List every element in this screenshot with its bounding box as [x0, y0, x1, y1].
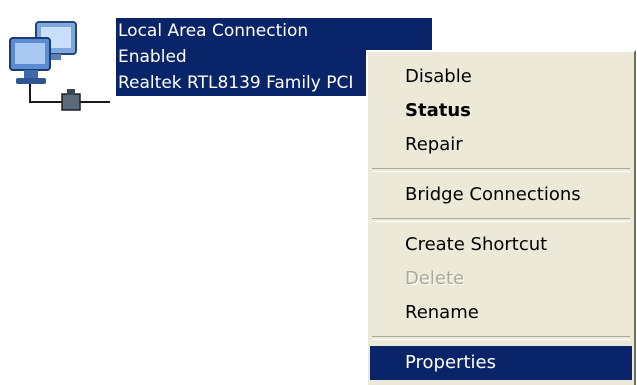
menu-item-bridge-connections[interactable]: Bridge Connections — [368, 178, 634, 212]
menu-separator — [372, 168, 630, 172]
menu-item-disable[interactable]: Disable — [368, 60, 634, 94]
menu-item-create-shortcut[interactable]: Create Shortcut — [368, 228, 634, 262]
menu-item-status[interactable]: Status — [368, 94, 634, 128]
menu-item-properties[interactable]: Properties — [370, 346, 632, 380]
menu-item-delete: Delete — [405, 268, 465, 289]
menu-separator — [372, 336, 630, 340]
menu-separator — [372, 218, 630, 222]
connection-name: Local Area Connection — [118, 21, 309, 41]
menu-item-rename[interactable]: Rename — [368, 296, 634, 330]
network-connection-icon — [9, 21, 110, 111]
menu-item-repair[interactable]: Repair — [368, 128, 634, 162]
context-menu: Disable Status Repair Bridge Connections… — [366, 50, 636, 385]
